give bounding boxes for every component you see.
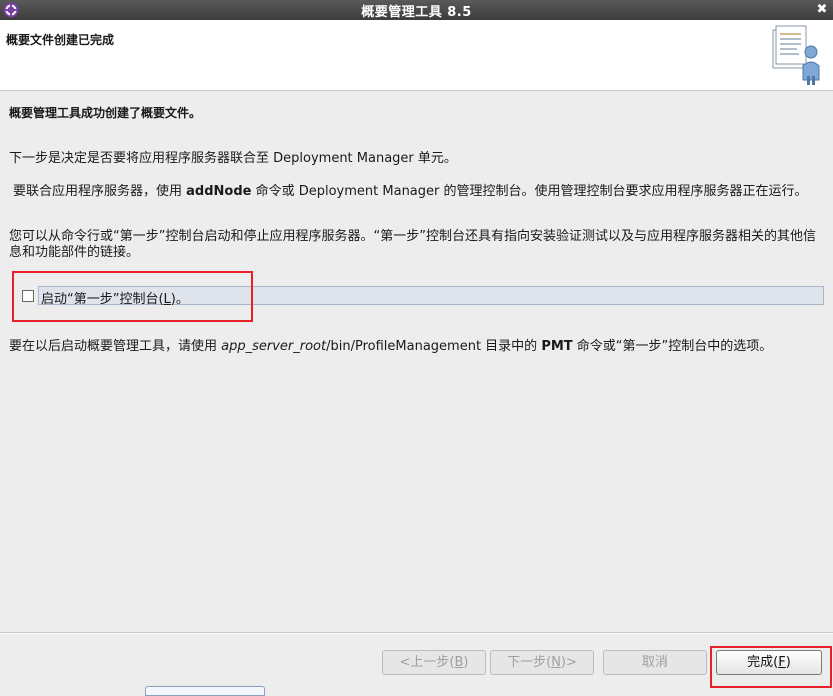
close-icon[interactable]: ✖ [813,1,831,19]
next-mnemonic: N [551,655,561,670]
cancel-button[interactable]: 取消 [603,650,707,675]
profile-document-person-icon [772,25,820,85]
pmt-command: PMT [541,339,573,354]
finish-highlight-annotation [710,646,832,688]
wizard-banner: 概要文件创建已完成 [0,20,833,91]
pmt-text-before: 要在以后启动概要管理工具，请使用 [9,339,222,354]
pmt-text-after: 命令或“第一步”控制台中的选项。 [572,339,773,354]
next-label-after: )> [560,655,577,670]
pmt-path-rest: /bin/ProfileManagement 目录中的 [326,339,542,354]
taskbar-tab[interactable] [145,686,265,696]
next-step-text: 下一步是决定是否要将应用程序服务器联合至 Deployment Manager … [9,151,457,166]
firststeps-paragraph-line-2: 息和功能部件的链接。 [9,245,140,260]
window-title: 概要管理工具 8.5 [361,5,472,20]
back-label-after: ) [463,655,469,670]
addnode-text-after: 命令或 Deployment Manager 的管理控制台。使用管理控制台要求应… [251,184,808,199]
success-message: 概要管理工具成功创建了概要文件。 [9,106,202,120]
addnode-text-before: 要联合应用程序服务器，使用 [13,184,187,199]
next-label-before: 下一步( [507,655,552,670]
banner-title: 概要文件创建已完成 [6,33,115,47]
button-bar-separator [0,632,833,634]
checkbox-highlight-annotation [12,271,253,322]
addnode-command: addNode [186,184,252,199]
window-titlebar: 概要管理工具 8.5 ✖ [0,0,833,20]
back-label-before: <上一步( [399,655,455,670]
pmt-text: 要在以后启动概要管理工具，请使用 app_server_root/bin/Pro… [9,335,772,354]
pmt-path-root: app_server_root [221,339,327,354]
addnode-text: 要联合应用程序服务器，使用 addNode 命令或 Deployment Man… [13,180,808,199]
next-button[interactable]: 下一步(N)> [490,650,594,675]
back-button[interactable]: <上一步(B) [382,650,486,675]
